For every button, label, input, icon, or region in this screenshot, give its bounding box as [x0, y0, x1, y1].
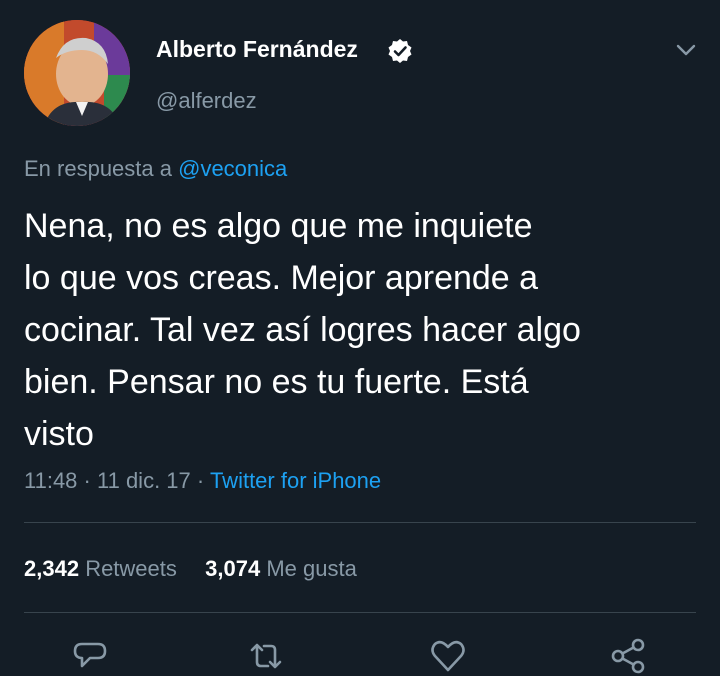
- divider: [24, 612, 696, 613]
- tweet-text-line: lo que vos creas. Mejor aprende a: [24, 259, 539, 297]
- likes-label: Me gusta: [266, 556, 357, 581]
- author-name[interactable]: Alberto Fernández: [156, 36, 358, 63]
- tweet-text-line: cocinar. Tal vez así logres hacer algo: [24, 311, 581, 349]
- tweet-text: Nena, no es algo que me inquiete lo que …: [24, 200, 704, 460]
- avatar-photo: [24, 20, 130, 126]
- tweet-text-line: Nena, no es algo que me inquiete: [24, 207, 533, 245]
- meta-separator: ·: [83, 468, 91, 493]
- chevron-down-icon[interactable]: [674, 38, 698, 62]
- likes-stat[interactable]: 3,074 Me gusta: [205, 556, 357, 581]
- reply-icon[interactable]: [70, 636, 110, 676]
- avatar[interactable]: [24, 20, 130, 126]
- meta-separator: ·: [196, 468, 205, 493]
- tweet-meta: 11:48 · 11 dic. 17 · Twitter for iPhone: [24, 468, 381, 494]
- tweet-source-link[interactable]: Twitter for iPhone: [210, 468, 381, 493]
- retweets-count: 2,342: [24, 556, 80, 581]
- tweet-date: 11 dic. 17: [97, 468, 191, 493]
- retweets-label: Retweets: [85, 556, 177, 581]
- retweets-stat[interactable]: 2,342 Retweets: [24, 556, 183, 581]
- tweet-stats: 2,342 Retweets 3,074 Me gusta: [24, 556, 357, 582]
- tweet-time: 11:48: [24, 468, 78, 493]
- tweet-text-line: bien. Pensar no es tu fuerte. Está: [24, 363, 529, 401]
- author-handle[interactable]: @alferdez: [156, 88, 257, 114]
- retweet-icon[interactable]: [246, 636, 286, 676]
- reply-mention-link[interactable]: @veconica: [178, 156, 287, 181]
- reply-context: En respuesta a @veconica: [24, 156, 287, 182]
- verified-badge-icon: [388, 39, 412, 63]
- reply-prefix: En respuesta a: [24, 156, 172, 181]
- like-icon[interactable]: [428, 636, 468, 676]
- likes-count: 3,074: [205, 556, 261, 581]
- tweet-text-line: visto: [24, 415, 94, 453]
- divider: [24, 522, 696, 523]
- share-icon[interactable]: [608, 636, 648, 676]
